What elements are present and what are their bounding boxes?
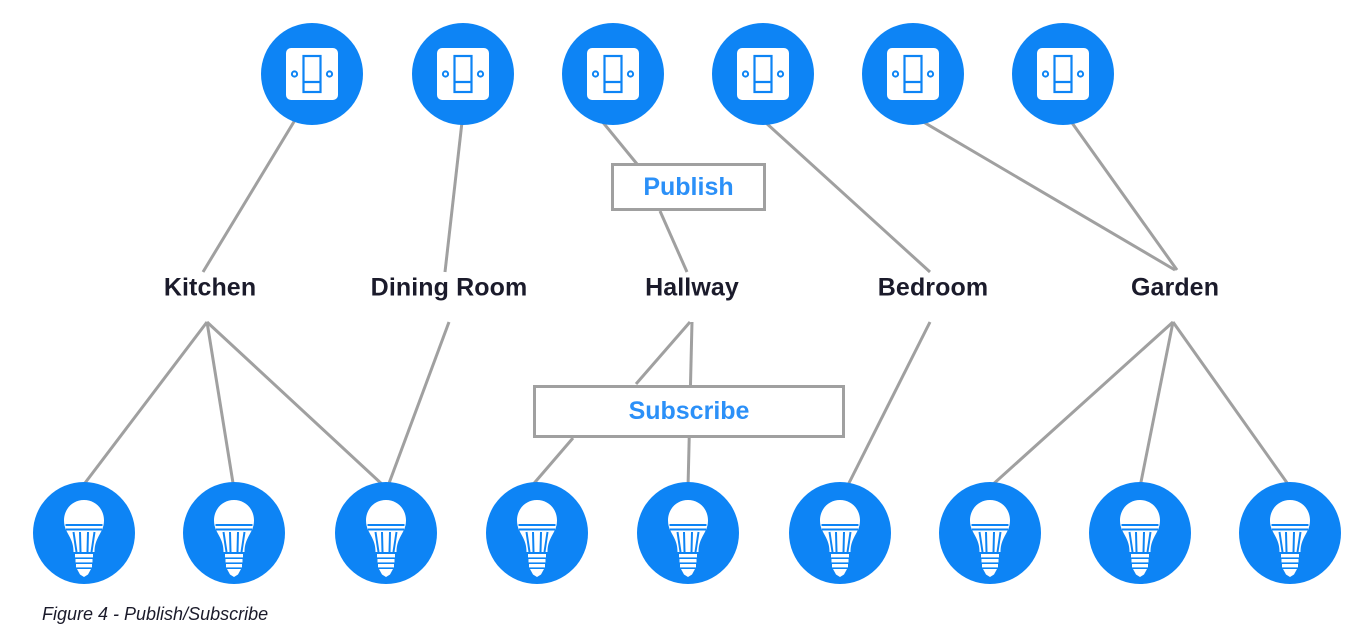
bulb-node-6[interactable] bbox=[789, 482, 891, 584]
light-bulb-icon bbox=[33, 482, 135, 584]
wall-switch-icon bbox=[1012, 23, 1114, 125]
connector-line bbox=[658, 210, 689, 273]
room-label-bedroom: Bedroom bbox=[877, 273, 989, 302]
wall-switch-icon bbox=[412, 23, 514, 125]
connector-line bbox=[763, 120, 932, 274]
light-bulb-icon bbox=[486, 482, 588, 584]
switch-node-3[interactable] bbox=[562, 23, 664, 125]
switch-node-6[interactable] bbox=[1012, 23, 1114, 125]
light-bulb-icon bbox=[183, 482, 285, 584]
light-bulb-icon bbox=[939, 482, 1041, 584]
connector-line bbox=[386, 321, 451, 487]
publish-tag-box: Publish bbox=[611, 163, 766, 211]
subscribe-tag-label: Subscribe bbox=[628, 397, 750, 425]
connector-line bbox=[634, 321, 692, 385]
switch-node-4[interactable] bbox=[712, 23, 814, 125]
connector-line bbox=[201, 119, 297, 273]
bulb-node-3[interactable] bbox=[335, 482, 437, 584]
connector-line bbox=[443, 121, 464, 273]
connector-line bbox=[1171, 321, 1292, 488]
light-bulb-icon bbox=[335, 482, 437, 584]
bulb-node-5[interactable] bbox=[637, 482, 739, 584]
bulb-node-8[interactable] bbox=[1089, 482, 1191, 584]
diagram-canvas: Kitchen Dining Room Hallway Bedroom Garden P… bbox=[0, 0, 1357, 639]
bulb-node-7[interactable] bbox=[939, 482, 1041, 584]
room-label-hallway: Hallway bbox=[645, 273, 739, 302]
bulb-node-9[interactable] bbox=[1239, 482, 1341, 584]
connector-line bbox=[919, 118, 1176, 272]
connector-line bbox=[599, 119, 639, 165]
wall-switch-icon bbox=[712, 23, 814, 125]
switch-node-1[interactable] bbox=[261, 23, 363, 125]
connector-line bbox=[205, 321, 235, 484]
light-bulb-icon bbox=[1089, 482, 1191, 584]
connector-line bbox=[205, 320, 386, 488]
wall-switch-icon bbox=[261, 23, 363, 125]
figure-caption: Figure 4 - Publish/Subscribe bbox=[42, 604, 269, 624]
light-bulb-icon bbox=[637, 482, 739, 584]
wall-switch-icon bbox=[862, 23, 964, 125]
light-bulb-icon bbox=[1239, 482, 1341, 584]
light-bulb-icon bbox=[789, 482, 891, 584]
switch-node-2[interactable] bbox=[412, 23, 514, 125]
wall-switch-icon bbox=[562, 23, 664, 125]
room-label-dining-room: Dining Room bbox=[370, 273, 528, 302]
connector-line bbox=[528, 437, 575, 489]
switch-node-5[interactable] bbox=[862, 23, 964, 125]
publish-tag-label: Publish bbox=[643, 172, 734, 201]
subscribe-tag-box: Subscribe bbox=[533, 385, 845, 438]
bulb-node-2[interactable] bbox=[183, 482, 285, 584]
bulb-node-1[interactable] bbox=[33, 482, 135, 584]
room-label-garden: Garden bbox=[1130, 273, 1220, 302]
connector-line bbox=[1068, 119, 1179, 271]
bulb-node-4[interactable] bbox=[486, 482, 588, 584]
connector-line bbox=[845, 321, 932, 488]
connector-line bbox=[83, 321, 209, 484]
room-label-kitchen: Kitchen bbox=[163, 273, 257, 302]
